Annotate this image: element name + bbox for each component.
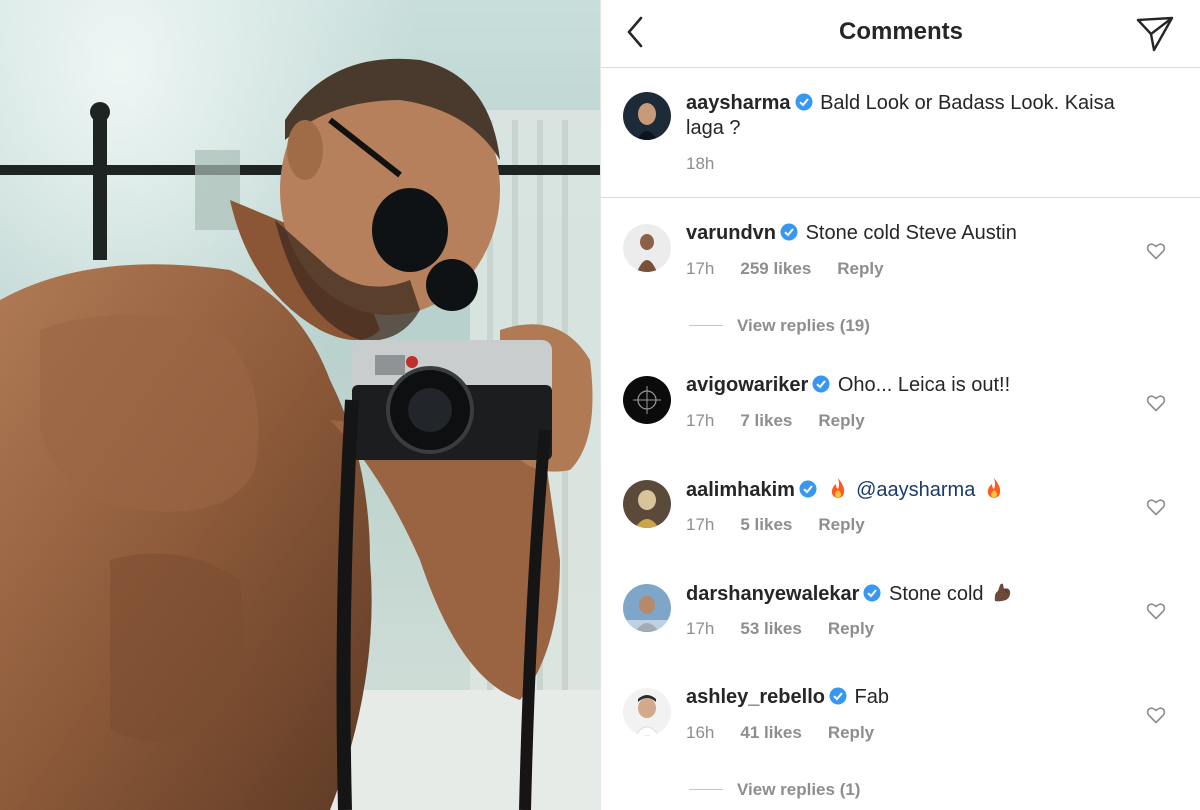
page-title: Comments (838, 18, 964, 45)
comment-likes[interactable]: 5 likes (740, 515, 792, 535)
comment-text: ashley_rebello Fab (686, 685, 889, 710)
view-replies-label: View replies (19) (737, 316, 870, 335)
verified-badge-icon (863, 584, 881, 602)
comment-body: Fab (854, 686, 889, 708)
verified-badge-icon (829, 687, 847, 705)
caption-text: aaysharma Bald Look or Badass Look. Kais… (686, 91, 1115, 116)
avatar[interactable] (623, 480, 671, 528)
post-caption: aaysharma Bald Look or Badass Look. Kais… (601, 68, 1200, 198)
view-replies-label: View replies (1) (737, 780, 861, 799)
divider (689, 789, 723, 790)
heart-outline-icon[interactable] (1146, 601, 1166, 621)
divider (689, 325, 723, 326)
comment-text: aalimhakim @aaysharma (686, 477, 1007, 503)
heart-outline-icon[interactable] (1146, 705, 1166, 725)
avatar[interactable] (623, 92, 671, 140)
comment-meta: 16h 41 likes Reply (686, 723, 900, 743)
avatar[interactable] (623, 376, 671, 424)
reply-button[interactable]: Reply (828, 723, 874, 743)
comment-body: Oho... Leica is out!! (837, 374, 1011, 396)
avatar[interactable] (623, 688, 671, 736)
comment-meta: 17h 7 likes Reply (686, 411, 891, 431)
caption-meta: 18h (686, 154, 740, 174)
caption-text-line2: laga ? (686, 117, 741, 139)
comment-time: 17h (686, 619, 715, 638)
comment-meta: 17h 5 likes Reply (686, 515, 891, 535)
avatar[interactable] (623, 224, 671, 272)
avatar[interactable] (623, 584, 671, 632)
post-photo (0, 0, 600, 810)
comment-mention[interactable]: @aaysharma (856, 479, 975, 501)
comment-text: varundvn Stone cold Steve Austin (686, 221, 1017, 246)
fire-emoji (831, 478, 844, 498)
comment-time: 17h (686, 411, 715, 430)
reply-button[interactable]: Reply (828, 619, 874, 639)
comment-body: Stone cold (889, 583, 984, 605)
comment-time: 17h (686, 515, 715, 534)
verified-badge-icon (812, 375, 830, 393)
comment-username[interactable]: darshanyewalekar (686, 583, 859, 605)
comment-username[interactable]: varundvn (686, 222, 776, 244)
reply-button[interactable]: Reply (837, 259, 883, 279)
reply-button[interactable]: Reply (818, 411, 864, 431)
heart-outline-icon[interactable] (1146, 241, 1166, 261)
flexed-biceps-emoji (994, 583, 1011, 602)
comment-username[interactable]: ashley_rebello (686, 686, 825, 708)
paper-plane-icon (1136, 16, 1174, 52)
caption-username[interactable]: aaysharma (686, 92, 791, 114)
comment-username[interactable]: avigowariker (686, 374, 808, 396)
comments-header: Comments (601, 0, 1200, 68)
share-button[interactable] (1134, 12, 1176, 54)
comments-panel: Comments aaysharma Bald Look or Badass L… (600, 0, 1200, 810)
view-replies-button[interactable]: View replies (19) (689, 316, 870, 336)
comment-text: avigowariker Oho... Leica is out!! (686, 373, 1010, 398)
heart-outline-icon[interactable] (1146, 393, 1166, 413)
verified-badge-icon (780, 223, 798, 241)
verified-badge-icon (799, 480, 817, 498)
view-replies-button[interactable]: View replies (1) (689, 780, 860, 800)
comment-username[interactable]: aalimhakim (686, 479, 795, 501)
fire-emoji (987, 478, 1001, 498)
comment-text: darshanyewalekar Stone cold (686, 581, 1015, 607)
comment-meta: 17h 53 likes Reply (686, 619, 900, 639)
comment-likes[interactable]: 259 likes (740, 259, 811, 279)
comment-meta: 17h 259 likes Reply (686, 259, 910, 279)
caption-time: 18h (686, 154, 715, 173)
comment-likes[interactable]: 41 likes (740, 723, 801, 743)
comment-time: 16h (686, 723, 715, 742)
comment-likes[interactable]: 7 likes (740, 411, 792, 431)
comment-likes[interactable]: 53 likes (740, 619, 801, 639)
heart-outline-icon[interactable] (1146, 497, 1166, 517)
caption-body: Bald Look or Badass Look. Kaisa (820, 92, 1115, 114)
comment-time: 17h (686, 259, 715, 278)
comment-body: Stone cold Steve Austin (805, 222, 1017, 244)
reply-button[interactable]: Reply (818, 515, 864, 535)
verified-badge-icon (795, 93, 813, 111)
